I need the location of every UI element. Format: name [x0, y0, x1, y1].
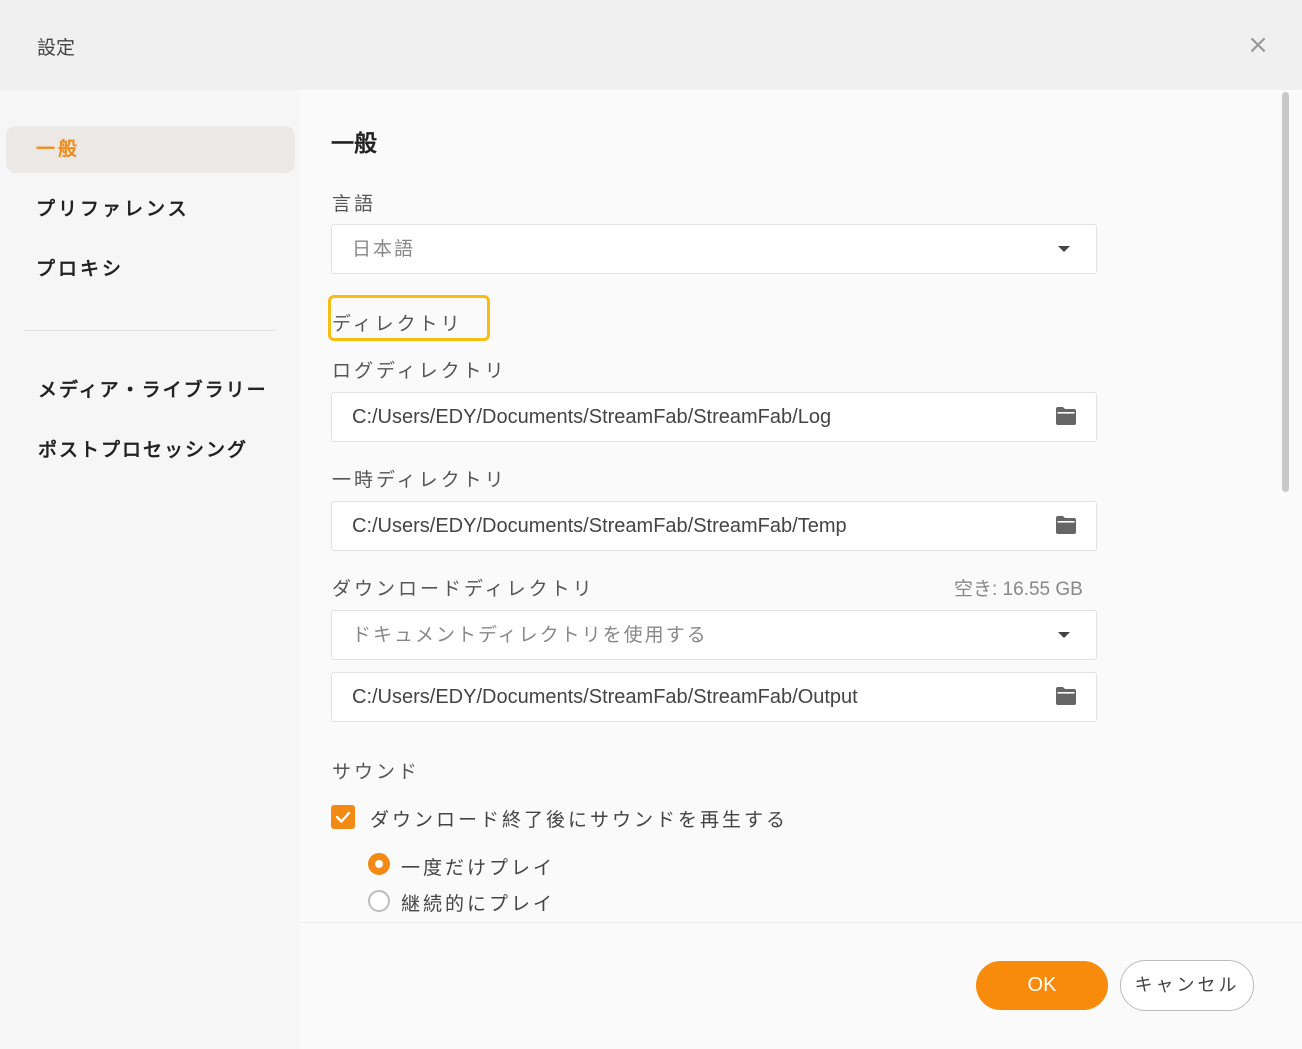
folder-icon[interactable] — [1056, 687, 1076, 705]
sidebar-divider — [24, 330, 276, 331]
free-space-label: 空き: 16.55 GB — [954, 579, 1083, 600]
window-title: 設定 — [37, 37, 76, 59]
temp-dir-label: 一時ディレクトリ — [332, 469, 507, 491]
play-sound-label: ダウンロード終了後にサウンドを再生する — [370, 809, 789, 831]
language-label: 言語 — [332, 193, 377, 215]
download-dir-label: ダウンロードディレクトリ — [332, 578, 595, 600]
radio-play-once[interactable] — [368, 853, 390, 875]
temp-dir-field[interactable]: C:/Users/EDY/Documents/StreamFab/StreamF… — [331, 501, 1097, 551]
language-value: 日本語 — [352, 238, 416, 260]
ok-button[interactable]: OK — [976, 961, 1108, 1010]
download-dir-field[interactable]: C:/Users/EDY/Documents/StreamFab/StreamF… — [331, 672, 1097, 722]
play-sound-checkbox[interactable] — [331, 805, 355, 829]
radio-play-continuous-label: 継続的にプレイ — [401, 893, 556, 915]
close-icon[interactable]: × — [1243, 30, 1273, 60]
page-title: 一般 — [331, 130, 377, 157]
download-dir-mode-select[interactable]: ドキュメントディレクトリを使用する — [331, 610, 1097, 660]
sidebar: 一般 プリファレンス プロキシ メディア・ライブラリー ポストプロセッシング — [0, 90, 300, 1049]
chevron-down-icon — [1058, 246, 1070, 252]
chevron-down-icon — [1058, 632, 1070, 638]
language-select[interactable]: 日本語 — [331, 224, 1097, 274]
check-icon — [335, 811, 351, 823]
sound-label: サウンド — [332, 761, 421, 783]
sidebar-item-post-processing[interactable]: ポストプロセッシング — [6, 427, 295, 474]
settings-panel: 一般 言語 日本語 ディレクトリ ログディレクトリ C:/Users/EDY/D… — [300, 90, 1280, 922]
cancel-button[interactable]: キャンセル — [1120, 960, 1254, 1011]
log-dir-label: ログディレクトリ — [332, 360, 507, 382]
folder-icon[interactable] — [1056, 516, 1076, 534]
folder-icon[interactable] — [1056, 407, 1076, 425]
temp-dir-value: C:/Users/EDY/Documents/StreamFab/StreamF… — [352, 515, 847, 537]
radio-play-once-label: 一度だけプレイ — [401, 857, 556, 879]
radio-play-continuous[interactable] — [368, 890, 390, 912]
download-dir-mode-value: ドキュメントディレクトリを使用する — [352, 624, 708, 646]
log-dir-value: C:/Users/EDY/Documents/StreamFab/StreamF… — [352, 406, 832, 428]
sidebar-item-media-library[interactable]: メディア・ライブラリー — [6, 367, 295, 414]
log-dir-field[interactable]: C:/Users/EDY/Documents/StreamFab/StreamF… — [331, 392, 1097, 442]
directory-section-title: ディレクトリ — [332, 313, 463, 335]
sidebar-item-proxy[interactable]: プロキシ — [6, 246, 295, 293]
title-bar: 設定 × — [0, 0, 1302, 90]
download-dir-value: C:/Users/EDY/Documents/StreamFab/StreamF… — [352, 686, 858, 708]
scrollbar-thumb[interactable] — [1282, 92, 1289, 492]
sidebar-item-general[interactable]: 一般 — [6, 126, 295, 173]
sidebar-item-preferences[interactable]: プリファレンス — [6, 186, 295, 233]
